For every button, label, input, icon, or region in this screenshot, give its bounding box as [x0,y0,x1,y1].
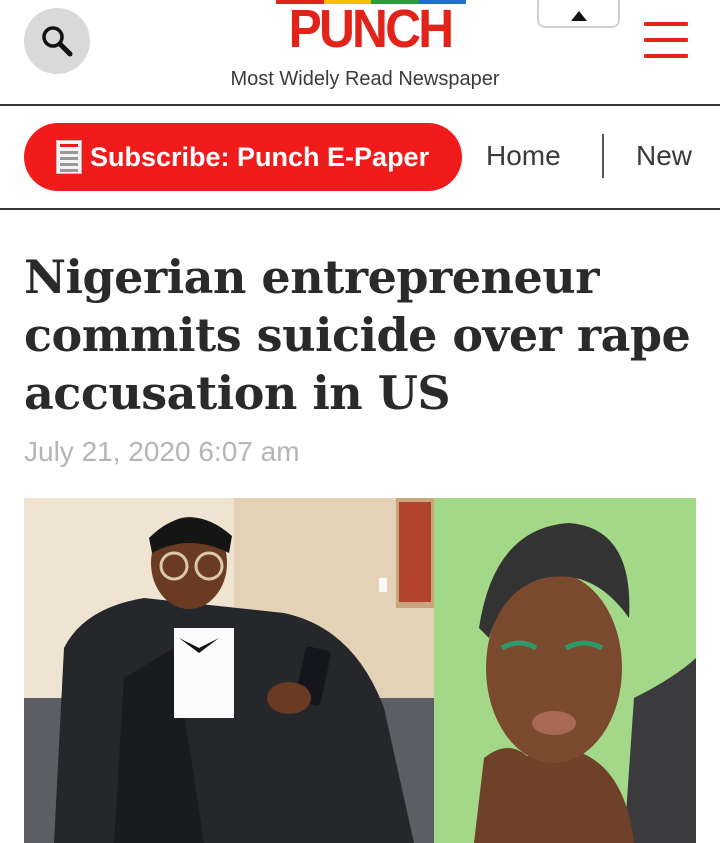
nav-news-link[interactable]: New [636,140,692,172]
nav-bar: Subscribe: Punch E-Paper Home New [0,106,720,208]
scroll-top-button[interactable] [537,0,620,28]
article-date: July 21, 2020 6:07 am [24,436,300,467]
nav-home-link[interactable]: Home [486,140,561,172]
subscribe-button[interactable]: Subscribe: Punch E-Paper [24,123,462,191]
nav-divider [0,208,720,210]
subscribe-label: Subscribe: Punch E-Paper [90,141,430,172]
article-photo-woman [434,498,696,843]
menu-button[interactable] [644,22,688,58]
article-photo-man [24,498,434,843]
site-tagline: Most Widely Read Newspaper [230,68,500,90]
site-header: PUNCH Most Widely Read Newspaper [0,0,720,104]
search-button[interactable] [24,8,90,74]
hamburger-menu-icon [644,22,688,26]
nav-separator [602,134,604,178]
newspaper-icon [56,140,82,174]
punch-logo[interactable]: PUNCH [278,2,462,56]
article-headline: Nigerian entrepreneur commits suicide ov… [24,250,691,420]
search-icon [42,26,73,57]
caret-up-icon [570,11,587,21]
